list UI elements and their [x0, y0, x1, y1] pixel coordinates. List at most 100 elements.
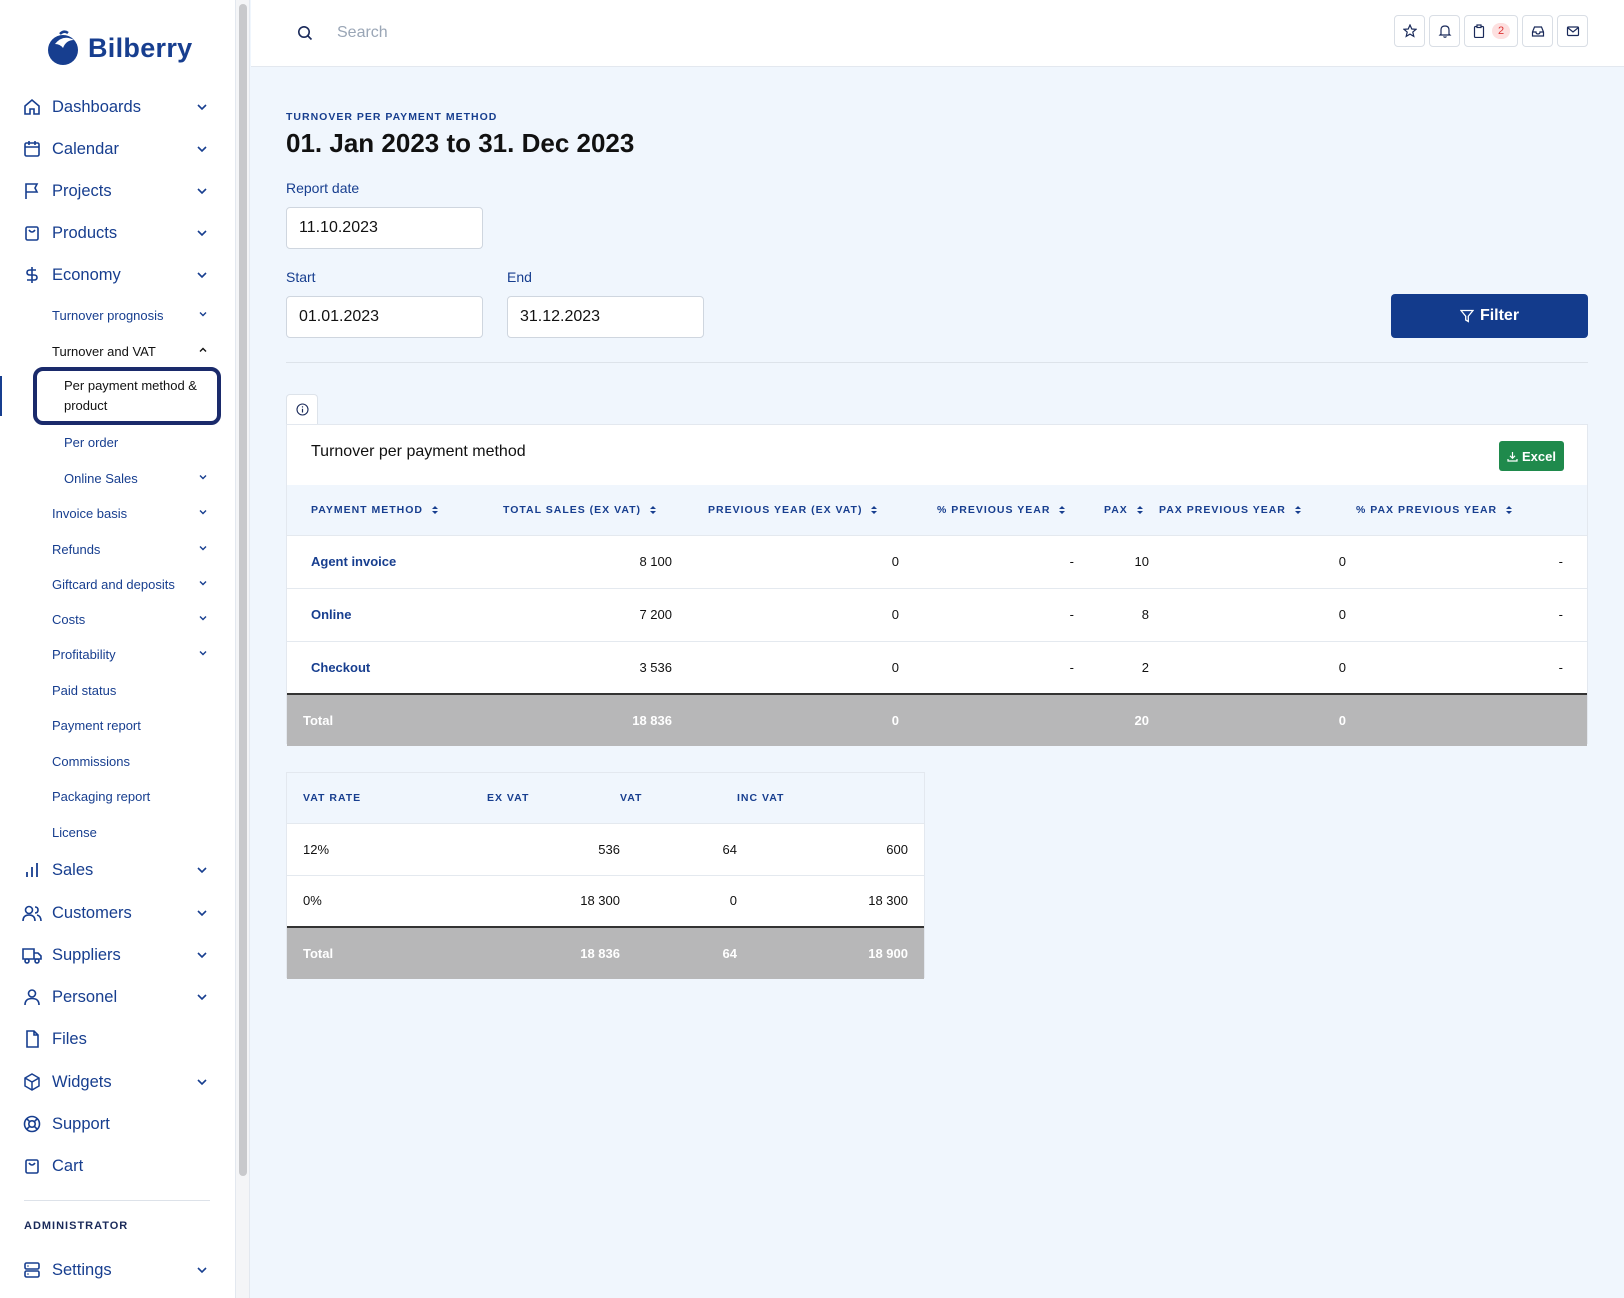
nav-payment-report[interactable]: Payment report	[52, 713, 212, 737]
nav-projects[interactable]: Projects	[22, 176, 212, 206]
nav-label: Economy	[52, 265, 121, 284]
chevron-down-icon	[197, 272, 207, 279]
nav-economy[interactable]: Economy	[22, 260, 212, 290]
nav-label: Support	[52, 1114, 110, 1133]
total-percent-previous-year	[899, 693, 1074, 746]
admin-section-label: ADMINISTRATOR	[24, 1220, 129, 1232]
nav-label: Settings	[52, 1260, 112, 1279]
calendar-icon	[22, 139, 42, 159]
info-button[interactable]	[286, 394, 318, 424]
nav-per-payment-method-product[interactable]: Per payment method & product	[64, 376, 214, 416]
nav-dashboards[interactable]: Dashboards	[22, 92, 212, 122]
chevron-down-icon	[197, 188, 207, 195]
cell-percent-pax-previous-year: -	[1346, 534, 1587, 588]
turnover-card: Turnover per payment method Excel PAYMEN…	[286, 424, 1588, 746]
nav-license[interactable]: License	[52, 820, 212, 844]
logo[interactable]: Bilberry	[46, 30, 192, 66]
cell-previous-year: 0	[672, 534, 899, 588]
col-header-pax[interactable]: PAX	[1074, 485, 1149, 535]
chevron-down-icon	[197, 146, 207, 153]
cell-pax: 8	[1074, 587, 1149, 641]
nav-sales[interactable]: Sales	[22, 855, 212, 885]
sidebar-scrollbar[interactable]	[236, 0, 250, 1298]
page-eyebrow: TURNOVER PER PAYMENT METHOD	[286, 111, 498, 123]
nav-costs[interactable]: Costs	[52, 607, 212, 631]
payment-method-link[interactable]: Checkout	[287, 640, 487, 694]
cell-ex-vat: 536	[487, 822, 620, 875]
end-date-input[interactable]	[507, 296, 704, 338]
nav-profitability[interactable]: Profitability	[52, 642, 212, 666]
excel-export-button[interactable]: Excel	[1499, 441, 1564, 471]
nav-calendar[interactable]: Calendar	[22, 134, 212, 164]
chevron-down-icon	[199, 651, 207, 656]
table-header-row: VAT RATE EX VAT VAT INC VAT	[287, 773, 924, 823]
nav-invoice-basis[interactable]: Invoice basis	[52, 501, 212, 525]
scrollbar-thumb[interactable]	[239, 4, 247, 1176]
nav-per-order[interactable]: Per order	[64, 430, 212, 454]
total-inc-vat: 18 900	[737, 926, 924, 979]
cell-percent-previous-year: -	[899, 587, 1074, 641]
col-header-total-sales[interactable]: TOTAL SALES (EX VAT)	[487, 485, 672, 535]
favorites-button[interactable]	[1394, 15, 1425, 47]
nav-giftcard-deposits[interactable]: Giftcard and deposits	[52, 572, 212, 596]
chevron-down-icon	[197, 867, 207, 874]
search-input[interactable]	[337, 18, 737, 48]
nav-cart[interactable]: Cart	[22, 1151, 212, 1181]
nav-files[interactable]: Files	[22, 1024, 212, 1054]
nav-label: Costs	[52, 611, 86, 627]
nav-online-sales[interactable]: Online Sales	[64, 466, 212, 490]
col-header-pax-previous-year[interactable]: PAX PREVIOUS YEAR	[1149, 485, 1346, 535]
end-date-label: End	[507, 269, 532, 285]
nav-turnover-and-vat[interactable]: Turnover and VAT	[52, 339, 212, 363]
excel-label: Excel	[1522, 448, 1556, 464]
clipboard-button[interactable]: 2	[1464, 15, 1518, 47]
messages-button[interactable]	[1557, 15, 1588, 47]
nav-packaging-report[interactable]: Packaging report	[52, 784, 212, 808]
nav-personel[interactable]: Personel	[22, 982, 212, 1012]
nav-label: Customers	[52, 903, 132, 922]
nav-label: License	[52, 824, 97, 840]
filter-button[interactable]: Filter	[1391, 294, 1588, 338]
nav-refunds[interactable]: Refunds	[52, 537, 212, 561]
nav-label: Turnover and VAT	[52, 343, 156, 359]
nav-settings[interactable]: Settings	[22, 1255, 212, 1285]
table-row: 0% 18 300 0 18 300	[287, 874, 924, 927]
nav-label: Giftcard and deposits	[52, 576, 175, 592]
notifications-button[interactable]	[1429, 15, 1460, 47]
cell-vat-rate: 0%	[287, 874, 487, 927]
cell-pax-previous-year: 0	[1149, 640, 1346, 694]
nav-suppliers[interactable]: Suppliers	[22, 940, 212, 970]
report-date-input[interactable]	[286, 207, 483, 249]
nav-label: Profitability	[52, 646, 116, 662]
inbox-button[interactable]	[1522, 15, 1553, 47]
cell-percent-previous-year: -	[899, 534, 1074, 588]
truck-icon	[22, 945, 42, 965]
start-date-input[interactable]	[286, 296, 483, 338]
cell-percent-pax-previous-year: -	[1346, 640, 1587, 694]
report-date-label: Report date	[286, 180, 360, 196]
nav-label: Sales	[52, 860, 94, 879]
nav-turnover-prognosis[interactable]: Turnover prognosis	[52, 303, 212, 327]
active-indicator	[0, 376, 2, 416]
payment-method-link[interactable]: Online	[287, 587, 487, 641]
payment-method-link[interactable]: Agent invoice	[287, 534, 487, 588]
cell-previous-year: 0	[672, 640, 899, 694]
cell-pax: 2	[1074, 640, 1149, 694]
cell-inc-vat: 18 300	[737, 874, 924, 927]
nav-products[interactable]: Products	[22, 218, 212, 248]
col-header-label: PREVIOUS YEAR (EX VAT)	[708, 503, 863, 516]
nav-widgets[interactable]: Widgets	[22, 1067, 212, 1097]
table-row: Checkout 3 536 0 - 2 0 -	[287, 640, 1587, 694]
nav-paid-status[interactable]: Paid status	[52, 678, 212, 702]
chevron-down-icon	[197, 104, 207, 111]
col-header-payment-method[interactable]: PAYMENT METHOD	[287, 485, 487, 535]
nav-support[interactable]: Support	[22, 1109, 212, 1139]
nav-commissions[interactable]: Commissions	[52, 749, 212, 773]
nav-label: Products	[52, 223, 118, 242]
col-header-percent-pax-previous-year[interactable]: % PAX PREVIOUS YEAR	[1346, 485, 1587, 535]
col-header-previous-year[interactable]: PREVIOUS YEAR (EX VAT)	[672, 485, 899, 535]
col-header-percent-previous-year[interactable]: % PREVIOUS YEAR	[899, 485, 1074, 535]
nav-customers[interactable]: Customers	[22, 898, 212, 928]
total-previous-year: 0	[672, 693, 899, 746]
vat-card: VAT RATE EX VAT VAT INC VAT 12% 536 64 6…	[286, 772, 925, 979]
